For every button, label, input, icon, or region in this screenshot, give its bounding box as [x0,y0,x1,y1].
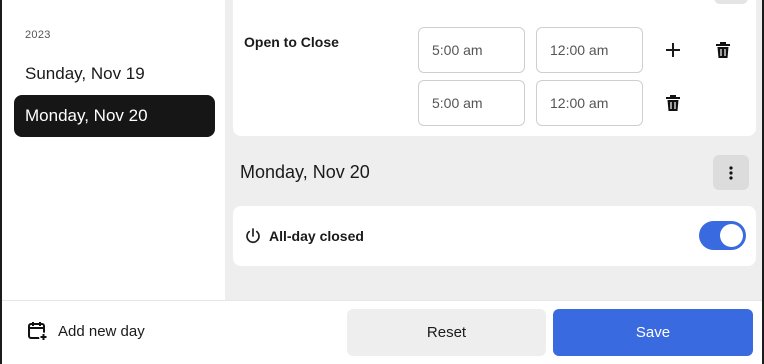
add-new-day-button[interactable]: Add new day [28,321,145,341]
close-time-input-1[interactable] [536,27,643,73]
kebab-icon [729,165,733,180]
main-panel: Open to Close Monday, Nov 20 All-day clo… [225,0,762,300]
trash-icon[interactable] [659,89,687,117]
open-time-input-1[interactable] [418,27,525,73]
year-label: 2023 [25,29,51,41]
sidebar: 2023 Sunday, Nov 19 Monday, Nov 20 [2,0,225,300]
calendar-plus-icon [28,322,48,341]
power-icon [246,228,260,244]
close-time-input-2[interactable] [536,80,643,126]
plus-icon[interactable] [659,36,687,64]
kebab-menu-button[interactable] [713,155,749,190]
slot-label: Open to Close [244,34,339,50]
day-heading: Monday, Nov 20 [240,162,370,182]
footer: Add new day Reset Save [2,300,762,364]
all-day-closed-card: All-day closed [233,206,756,266]
reset-button[interactable]: Reset [347,309,546,356]
previous-section-button-edge [714,0,748,4]
all-day-closed-toggle[interactable] [699,221,746,250]
toggle-knob [720,224,743,247]
save-button[interactable]: Save [553,309,753,356]
open-time-input-2[interactable] [418,80,525,126]
all-day-closed-label: All-day closed [269,228,364,244]
schedule-card: Open to Close [233,0,756,136]
trash-icon[interactable] [709,36,737,64]
sidebar-day-sunday-nov-19[interactable]: Sunday, Nov 19 [14,53,215,95]
add-new-day-label: Add new day [58,322,145,340]
sidebar-day-monday-nov-20[interactable]: Monday, Nov 20 [14,95,215,137]
